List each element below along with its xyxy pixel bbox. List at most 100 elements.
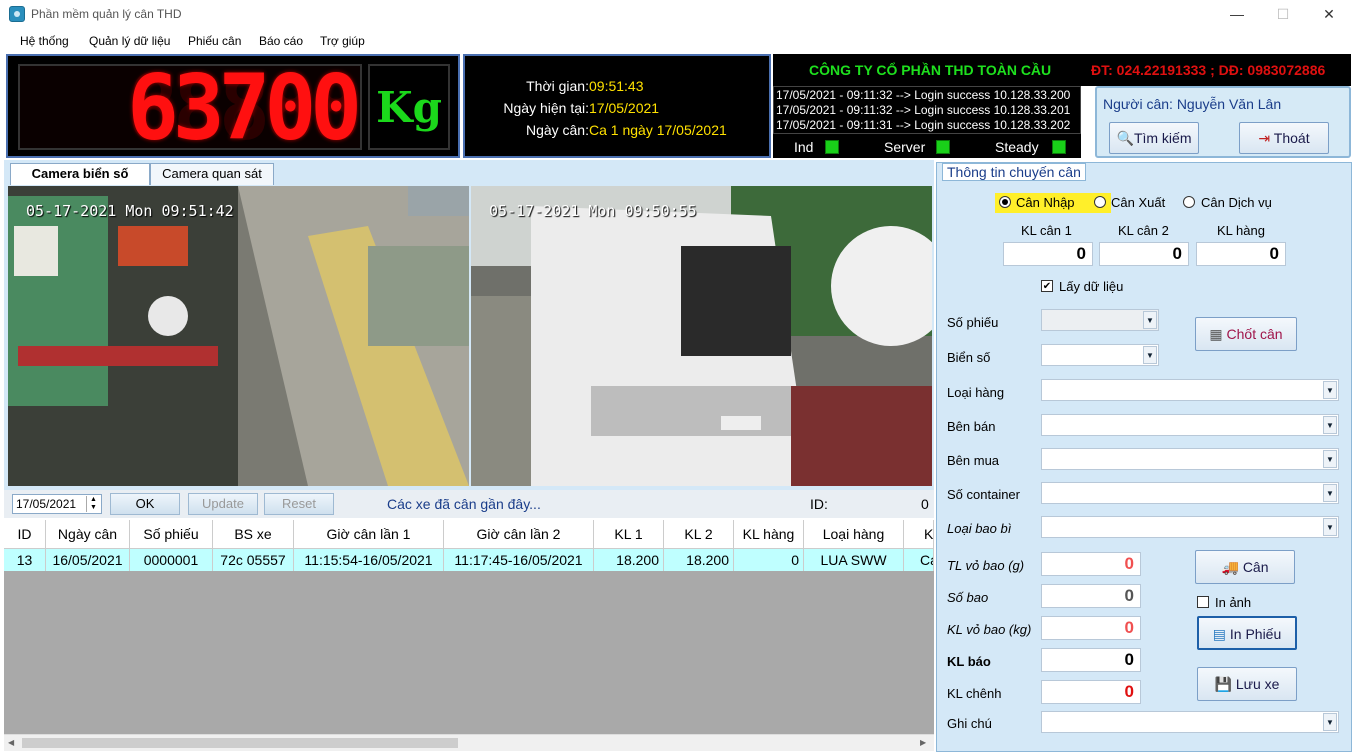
menu-quan-ly-du-lieu[interactable]: Quản lý dữ liệu bbox=[89, 34, 170, 48]
loai-bao-bi-combo[interactable]: ▼ bbox=[1041, 516, 1339, 538]
chevron-down-icon[interactable]: ▼ bbox=[1323, 416, 1337, 434]
truck-icon: 🚚 bbox=[1221, 559, 1239, 575]
chevron-down-icon[interactable]: ▼ bbox=[1323, 518, 1337, 536]
update-button[interactable]: Update bbox=[188, 493, 258, 515]
ben-ban-combo[interactable]: ▼ bbox=[1041, 414, 1339, 436]
radio-can-xuat-label[interactable]: Cân Xuất bbox=[1111, 195, 1165, 210]
close-weigh-button[interactable]: ▦ Chốt cân bbox=[1195, 317, 1297, 351]
column-header[interactable]: KL 2 bbox=[664, 520, 734, 549]
kl-bao-label: KL báo bbox=[947, 654, 991, 669]
bien-so-combo[interactable]: ▼ bbox=[1041, 344, 1159, 366]
kl-vo-bao-field[interactable]: 0 bbox=[1041, 616, 1141, 640]
radio-can-dich-vu-label[interactable]: Cân Dịch vụ bbox=[1201, 195, 1272, 210]
table-cell[interactable]: 0000001 bbox=[130, 549, 213, 571]
title-bar bbox=[0, 0, 1354, 28]
server-label: Server bbox=[884, 139, 926, 155]
chevron-down-icon[interactable]: ▼ bbox=[1143, 311, 1157, 329]
column-header[interactable]: Giờ cân lần 2 bbox=[444, 520, 594, 549]
kl-bao-field[interactable]: 0 bbox=[1041, 648, 1141, 672]
in-anh-label[interactable]: In ảnh bbox=[1215, 595, 1251, 610]
menu-bao-cao[interactable]: Báo cáo bbox=[259, 34, 303, 48]
kl-can-2-field[interactable]: 0 bbox=[1099, 242, 1189, 266]
login-log: 17/05/2021 - 09:11:32 --> Login success … bbox=[773, 86, 1081, 134]
column-header[interactable]: Ngày cân bbox=[46, 520, 130, 549]
table-cell[interactable]: 16/05/2021 bbox=[46, 549, 130, 571]
table-cell[interactable]: 11:15:54-16/05/2021 bbox=[294, 549, 444, 571]
print-ticket-button[interactable]: ▤ In Phiếu bbox=[1197, 616, 1297, 650]
weight-unit: Kg bbox=[376, 83, 442, 132]
table-cell[interactable]: Cá bbox=[904, 549, 934, 571]
company-phone: ĐT: 024.22191333 ; DĐ: 0983072886 bbox=[1091, 62, 1326, 78]
column-header[interactable]: KL 1 bbox=[594, 520, 664, 549]
radio-can-nhap[interactable] bbox=[999, 196, 1011, 208]
chevron-down-icon[interactable]: ▼ bbox=[1323, 713, 1337, 731]
table-cell[interactable]: LUA SWW bbox=[804, 549, 904, 571]
tab-camera-bien-so[interactable]: Camera biển số bbox=[10, 163, 150, 185]
weigh-button[interactable]: 🚚 Cân bbox=[1195, 550, 1295, 584]
kl-hang-label: KL hàng bbox=[1217, 223, 1265, 238]
loai-bao-bi-label: Loại bao bì bbox=[947, 521, 1012, 536]
table-cell[interactable]: 13 bbox=[4, 549, 46, 571]
table-cell[interactable]: 72c 05557 bbox=[213, 549, 294, 571]
date-picker[interactable]: 17/05/2021 ▲ ▼ bbox=[12, 494, 102, 514]
log-line: 17/05/2021 - 09:11:32 --> Login success … bbox=[776, 88, 1071, 102]
column-header[interactable]: ID bbox=[4, 520, 46, 549]
kl-can-1-field[interactable]: 0 bbox=[1003, 242, 1093, 266]
radio-can-xuat[interactable] bbox=[1094, 196, 1106, 208]
so-container-combo[interactable]: ▼ bbox=[1041, 482, 1339, 504]
kl-hang-field[interactable]: 0 bbox=[1196, 242, 1286, 266]
so-phieu-combo[interactable]: ▼ bbox=[1041, 309, 1159, 331]
column-header[interactable]: Số phiếu bbox=[130, 520, 213, 549]
column-header[interactable]: Loại hàng bbox=[804, 520, 904, 549]
kl-can-2-label: KL cân 2 bbox=[1118, 223, 1169, 238]
log-line: 17/05/2021 - 09:11:32 --> Login success … bbox=[776, 103, 1071, 117]
kl-chenh-field[interactable]: 0 bbox=[1041, 680, 1141, 704]
scroll-right-icon[interactable]: ▶ bbox=[920, 738, 926, 747]
scroll-left-icon[interactable]: ◀ bbox=[8, 738, 14, 747]
search-button[interactable]: 🔍Tìm kiếm bbox=[1109, 122, 1199, 154]
ok-button[interactable]: OK bbox=[110, 493, 180, 515]
tl-vo-bao-field[interactable]: 0 bbox=[1041, 552, 1141, 576]
chevron-down-icon[interactable]: ▼ bbox=[1323, 484, 1337, 502]
horizontal-scrollbar[interactable]: ◀ ▶ bbox=[4, 734, 934, 751]
table-cell[interactable]: 11:17:45-16/05/2021 bbox=[444, 549, 594, 571]
spinner-icon[interactable]: ▲ ▼ bbox=[86, 496, 100, 512]
scrollbar-thumb[interactable] bbox=[22, 738, 458, 748]
ghi-chu-combo[interactable]: ▼ bbox=[1041, 711, 1339, 733]
ben-ban-label: Bên bán bbox=[947, 419, 996, 434]
radio-can-dich-vu[interactable] bbox=[1183, 196, 1195, 208]
minimize-button[interactable]: — bbox=[1214, 0, 1260, 28]
save-vehicle-button[interactable]: 💾 Lưu xe bbox=[1197, 667, 1297, 701]
ben-mua-label: Bên mua bbox=[947, 453, 1000, 468]
in-anh-checkbox[interactable] bbox=[1197, 596, 1209, 608]
chevron-down-icon[interactable]: ▼ bbox=[1143, 346, 1157, 364]
chevron-down-icon[interactable]: ▼ bbox=[1323, 381, 1337, 399]
reset-button[interactable]: Reset bbox=[264, 493, 334, 515]
column-header[interactable]: BS xe bbox=[213, 520, 294, 549]
chevron-down-icon[interactable]: ▼ bbox=[1323, 450, 1337, 468]
column-header[interactable]: Giờ cân lần 1 bbox=[294, 520, 444, 549]
company-banner: CÔNG TY CỔ PHẦN THD TOÀN CẦU ĐT: 024.221… bbox=[773, 54, 1351, 86]
ben-mua-combo[interactable]: ▼ bbox=[1041, 448, 1339, 470]
close-button[interactable]: ✕ bbox=[1306, 0, 1352, 28]
date-picker-value: 17/05/2021 bbox=[16, 497, 77, 511]
table-cell[interactable]: 0 bbox=[734, 549, 804, 571]
log-line: 17/05/2021 - 09:11:31 --> Login success … bbox=[776, 118, 1071, 132]
exit-button[interactable]: ⇥ Thoát bbox=[1239, 122, 1329, 154]
table-cell[interactable]: 18.200 bbox=[594, 549, 664, 571]
status-bar: Ind Server Steady bbox=[773, 134, 1081, 158]
menu-he-thong[interactable]: Hệ thống bbox=[20, 34, 69, 48]
column-header[interactable]: K bbox=[904, 520, 934, 549]
tab-camera-quan-sat[interactable]: Camera quan sát bbox=[150, 163, 274, 185]
maximize-button[interactable]: ☐ bbox=[1260, 0, 1306, 28]
radio-can-nhap-label[interactable]: Cân Nhập bbox=[1016, 195, 1075, 210]
get-data-label[interactable]: Lấy dữ liệu bbox=[1059, 279, 1123, 294]
loai-hang-combo[interactable]: ▼ bbox=[1041, 379, 1339, 401]
time-value: 09:51:43 bbox=[589, 78, 644, 94]
get-data-checkbox[interactable]: ✔ bbox=[1041, 280, 1053, 292]
menu-phieu-can[interactable]: Phiếu cân bbox=[188, 34, 241, 48]
so-bao-field[interactable]: 0 bbox=[1041, 584, 1141, 608]
column-header[interactable]: KL hàng bbox=[734, 520, 804, 549]
menu-tro-giup[interactable]: Trợ giúp bbox=[320, 34, 365, 48]
table-cell[interactable]: 18.200 bbox=[664, 549, 734, 571]
